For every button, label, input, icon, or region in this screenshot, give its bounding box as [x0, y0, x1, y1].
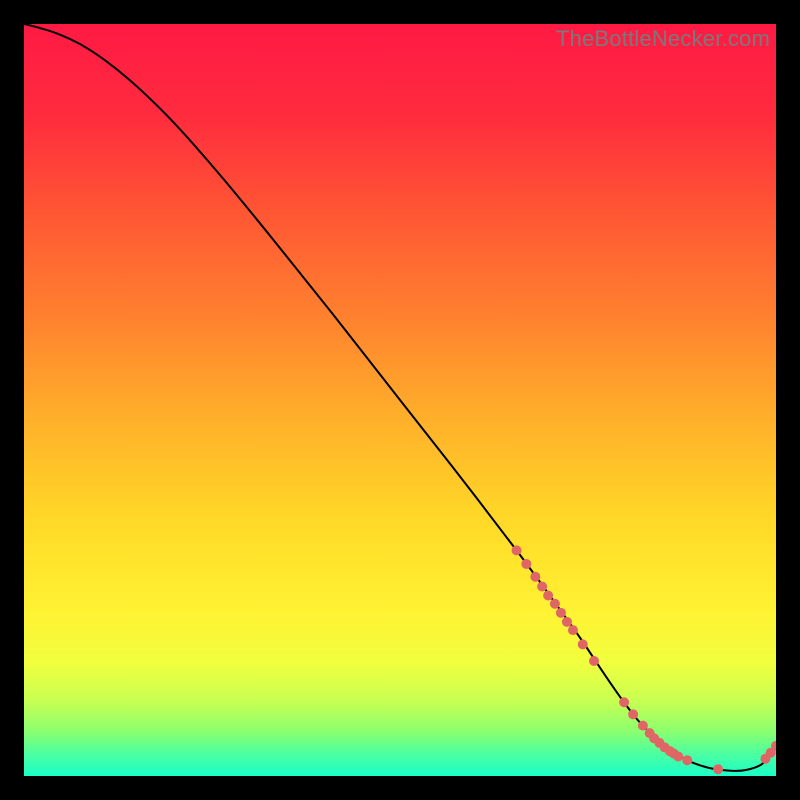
sample-marker: [556, 608, 566, 618]
sample-marker: [682, 755, 692, 765]
sample-marker: [521, 559, 531, 569]
bottleneck-chart: [24, 24, 776, 776]
sample-marker: [673, 751, 683, 761]
sample-marker: [619, 697, 629, 707]
sample-marker: [537, 582, 547, 592]
sample-marker: [550, 599, 560, 609]
sample-marker: [628, 709, 638, 719]
sample-marker: [512, 545, 522, 555]
sample-marker: [638, 721, 648, 731]
sample-marker: [578, 639, 588, 649]
chart-frame: TheBottleNecker.com: [24, 24, 776, 776]
sample-marker: [543, 591, 553, 601]
sample-marker: [589, 656, 599, 666]
sample-marker: [713, 764, 723, 774]
sample-marker: [530, 572, 540, 582]
sample-marker: [568, 625, 578, 635]
watermark-text: TheBottleNecker.com: [556, 26, 770, 52]
sample-marker: [562, 617, 572, 627]
